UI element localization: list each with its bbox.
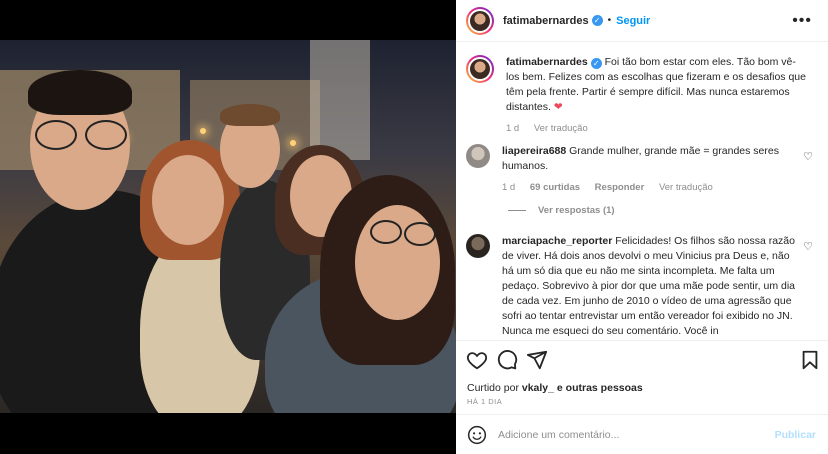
comment-username[interactable]: marciapache_reporter [502,235,612,247]
bookmark-icon[interactable] [799,349,821,371]
follow-button[interactable]: Seguir [616,15,650,27]
share-icon[interactable] [526,349,548,371]
more-icon[interactable]: ••• [792,12,812,30]
commenter-avatar[interactable] [466,144,490,168]
comment-age: 1 d [502,182,516,193]
comment-item: liapereira688 Grande mulher, grande mãe … [466,144,821,195]
liked-by-user[interactable]: vkaly_ [522,382,554,394]
caption-username[interactable]: fatimabernardes [506,56,588,68]
comment-item: marciapache_reporter Felicidades! Os fil… [466,234,821,339]
comment-username[interactable]: liapereira688 [502,145,566,157]
caption-age[interactable]: 1 d [506,123,519,134]
view-replies-button[interactable]: Ver respostas (1) [508,205,615,216]
add-comment-bar: Adicione um comentário... Publicar [456,414,828,454]
caption-avatar[interactable] [466,55,494,83]
comment-likes[interactable]: 69 curtidas [530,182,580,193]
comment-icon[interactable] [496,349,518,371]
post-header: fatimabernardes ✓ • Seguir ••• [456,0,828,42]
view-replies-label: Ver respostas (1) [538,205,615,216]
emoji-icon[interactable] [467,425,487,445]
author-username[interactable]: fatimabernardes [503,15,589,27]
post-photo[interactable] [0,0,456,454]
comment-like-heart-icon[interactable]: ♡ [803,150,813,163]
group-selfie-image [0,40,456,413]
reply-button[interactable]: Responder [595,182,645,193]
publish-button[interactable]: Publicar [775,429,816,441]
separator-dot: • [607,15,612,26]
liked-by-others[interactable]: e outras pessoas [557,382,643,394]
post-timestamp[interactable]: HÁ 1 DIA [467,397,502,406]
post-side-panel: fatimabernardes ✓ • Seguir ••• fatimaber… [456,0,828,454]
translate-link[interactable]: Ver tradução [534,123,588,134]
commenter-avatar[interactable] [466,234,490,258]
caption: fatimabernardes ✓ Foi tão bom estar com e… [466,55,821,136]
post-actions: Curtido por vkaly_ e outras pessoas HÁ 1… [456,340,828,454]
verified-icon: ✓ [591,15,603,26]
verified-icon: ✓ [590,58,602,69]
heart-icon[interactable] [466,349,488,371]
author-avatar[interactable] [466,6,494,35]
translate-link[interactable]: Ver tradução [659,182,713,193]
liked-by: Curtido por vkaly_ e outras pessoas [467,382,643,394]
comments-list[interactable]: fatimabernardes ✓ Foi tão bom estar com e… [456,42,828,340]
comment-like-heart-icon[interactable]: ♡ [803,240,813,253]
comment-input[interactable]: Adicione um comentário... [498,429,775,441]
comment-text: Felicidades! Os filhos são nossa razão d… [502,235,796,337]
heart-emoji: ❤ [553,101,563,113]
liked-by-prefix: Curtido por [467,382,519,394]
